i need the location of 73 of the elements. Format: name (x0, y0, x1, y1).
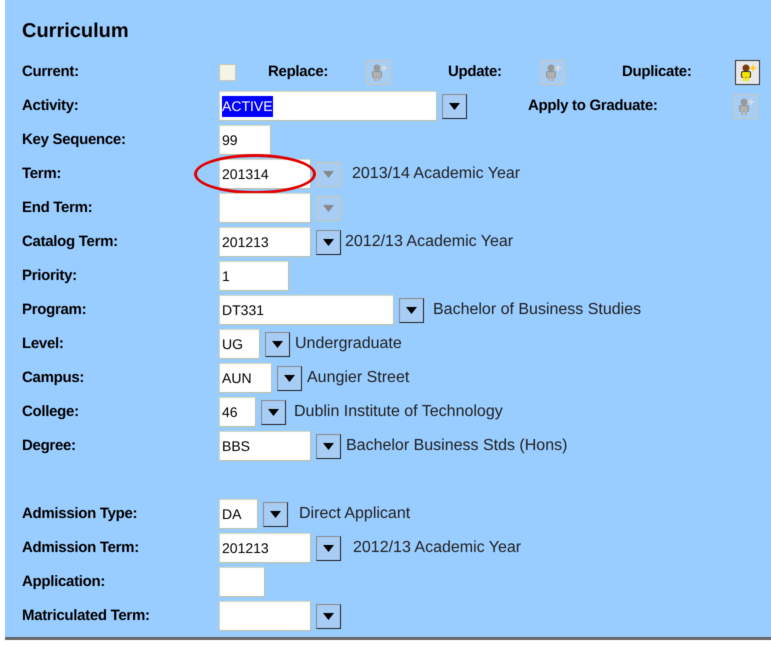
input-field[interactable]: UG (219, 329, 260, 359)
input-field[interactable]: DA (219, 499, 258, 529)
field-label: Key Sequence: (22, 130, 127, 150)
field-label: Campus: (22, 368, 86, 388)
field-label: Replace: (268, 62, 330, 82)
field-label: Activity: (22, 96, 80, 116)
field-label: Priority: (22, 266, 78, 286)
field-description: Direct Applicant (299, 504, 410, 524)
input-field[interactable] (219, 601, 311, 631)
field-description: 2013/14 Academic Year (352, 164, 520, 184)
field-description: Dublin Institute of Technology (294, 402, 503, 422)
field-label: Admission Term: (22, 538, 140, 558)
dropdown-button[interactable] (316, 604, 341, 628)
input-field[interactable]: DT331 (219, 295, 394, 325)
field-description: 2012/13 Academic Year (345, 232, 514, 252)
caret-icon (323, 544, 334, 552)
input-field[interactable] (219, 567, 265, 597)
field-description: Bachelor Business Stds (Hons) (346, 436, 568, 456)
current-checkbox[interactable] (219, 64, 236, 80)
input-field[interactable]: 1 (219, 261, 289, 291)
dropdown-button[interactable] (265, 332, 290, 356)
dropdown-button[interactable] (399, 298, 424, 322)
field-label: Admission Type: (22, 504, 138, 524)
field-description: Bachelor of Business Studies (433, 300, 642, 320)
field-label: Term: (22, 164, 62, 184)
caret-icon (449, 102, 460, 110)
dropdown-button[interactable] (442, 94, 467, 118)
field-description: 2012/13 Academic Year (353, 538, 522, 558)
field-label: Duplicate: (622, 62, 693, 82)
caret-icon (323, 238, 334, 246)
input-field[interactable] (219, 193, 311, 223)
input-field[interactable]: 99 (219, 125, 271, 155)
person-icon (369, 62, 388, 82)
field-description: Undergraduate (295, 334, 402, 354)
dropdown-button[interactable] (316, 230, 341, 254)
caret-icon (268, 408, 279, 416)
input-field[interactable]: 201213 (219, 227, 311, 257)
caret-icon (270, 510, 281, 518)
input-field[interactable]: 201314 (219, 159, 311, 189)
field-label: Catalog Term: (22, 232, 119, 252)
field-label: Program: (22, 300, 88, 320)
field-description: Aungier Street (307, 368, 410, 388)
field-label: Update: (448, 62, 503, 82)
caret-icon (272, 340, 283, 348)
input-field[interactable]: AUN (219, 363, 272, 393)
caret-icon (323, 442, 334, 450)
field-label: Degree: (22, 436, 77, 456)
dropdown-button[interactable] (263, 502, 288, 526)
caret-icon (323, 612, 334, 620)
input-field[interactable]: 46 (219, 397, 256, 427)
person-icon (543, 62, 562, 82)
field-label: Apply to Graduate: (528, 96, 659, 116)
caret-icon (406, 306, 417, 314)
dropdown-button[interactable] (261, 400, 286, 424)
caret-icon (323, 170, 334, 178)
dropdown-button[interactable] (316, 434, 341, 458)
field-label: College: (22, 402, 80, 422)
input-field[interactable]: BBS (219, 431, 311, 461)
caret-icon (284, 374, 295, 382)
caret-icon (323, 204, 334, 212)
field-label: End Term: (22, 198, 94, 218)
input-field[interactable]: ACTIVE (219, 91, 437, 121)
person-button[interactable] (735, 60, 760, 84)
field-label: Current: (22, 62, 80, 82)
form-title: Curriculum (22, 19, 130, 44)
field-label: Level: (22, 334, 65, 354)
person-icon (736, 96, 755, 116)
person-icon (738, 62, 757, 82)
dropdown-button[interactable] (316, 536, 341, 560)
field-label: Matriculated Term: (22, 606, 151, 626)
field-label: Application: (22, 572, 106, 592)
dropdown-button[interactable] (277, 366, 302, 390)
input-field[interactable]: 201213 (219, 533, 311, 563)
